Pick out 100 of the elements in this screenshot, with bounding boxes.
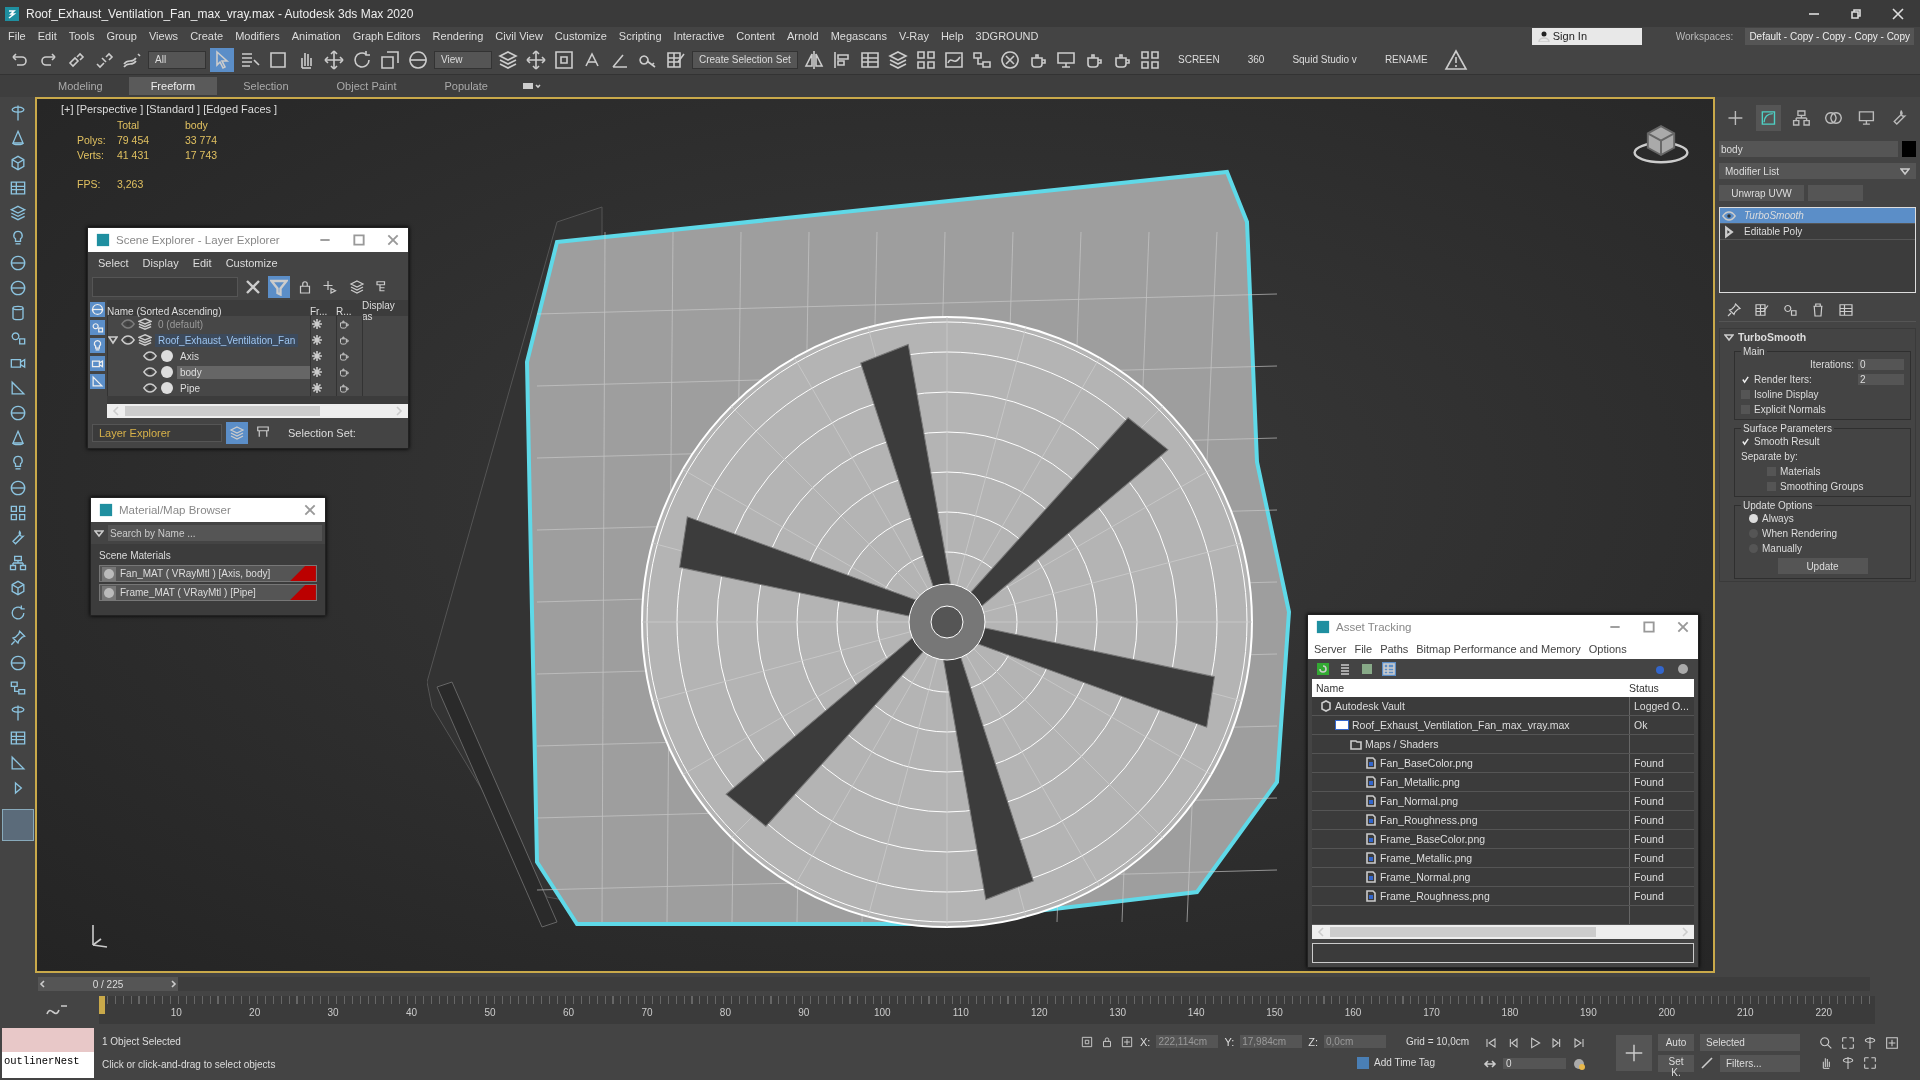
restore-icon[interactable] (1850, 7, 1862, 20)
search-field[interactable] (92, 277, 238, 297)
toolbar-script-button[interactable]: Squid Studio v (1292, 54, 1357, 65)
timeline-track[interactable]: 10 20 30 40 50 60 70 80 90 100 110 120 130 140 150 160 170 180 190 200 210 220 (99, 996, 1875, 1024)
add-time-tag-button[interactable]: Add Time Tag (1350, 1054, 1441, 1071)
menu-item[interactable]: Modifiers (235, 30, 280, 42)
hierarchy-icon[interactable] (7, 553, 28, 573)
asset-name[interactable]: Roof_Exhaust_Ventilation_Fan_max_vray.max (1352, 719, 1570, 731)
menu-item[interactable]: File (1354, 643, 1373, 655)
crosshair-icon[interactable] (1884, 1034, 1900, 1051)
selection-filter-dropdown[interactable]: All (148, 50, 206, 69)
maximize-icon[interactable] (1840, 1034, 1856, 1051)
group-header[interactable]: Scene Materials (99, 548, 317, 563)
table-icon[interactable] (1837, 301, 1855, 319)
ribbon-toggle-icon[interactable] (521, 81, 542, 91)
maxscript-listener[interactable]: outlinerNest (2, 1027, 94, 1078)
checkbox[interactable] (1741, 375, 1750, 384)
asset-name[interactable]: Frame_Roughness.png (1380, 890, 1490, 902)
menu-item[interactable]: Megascans (830, 30, 887, 42)
helper-icon[interactable] (90, 374, 105, 389)
material-item[interactable]: Frame_MAT ( VRayMtl ) [Pipe] (99, 584, 317, 601)
workspace-dropdown[interactable]: Default - Copy - Copy - Copy - Copy (1745, 27, 1914, 45)
teapot-icon[interactable] (337, 381, 351, 395)
maximize-icon[interactable] (1642, 620, 1656, 634)
asset-name[interactable]: Autodesk Vault (1335, 700, 1405, 712)
selection-set-dropdown[interactable]: Create Selection Set (692, 50, 798, 69)
pin-icon[interactable] (1725, 301, 1743, 319)
menu-item[interactable]: Content (736, 30, 775, 42)
teapot-icon[interactable] (337, 365, 351, 379)
set-key-plus-button[interactable] (1616, 1034, 1652, 1071)
expand-triangle-icon[interactable] (1722, 224, 1736, 239)
scrollbar-thumb[interactable] (1330, 927, 1596, 937)
eye-icon[interactable] (143, 381, 157, 395)
menu-item[interactable]: Customize (554, 30, 607, 42)
menu-item[interactable]: Tools (68, 30, 95, 42)
update-button[interactable]: Update (1777, 558, 1868, 574)
auto-key-button[interactable]: Auto (1658, 1033, 1694, 1051)
move-icon[interactable] (524, 47, 548, 72)
eye-icon[interactable] (1722, 208, 1736, 223)
menu-item[interactable]: Group (106, 30, 137, 42)
menu-item[interactable]: File (8, 30, 26, 42)
maximize-icon[interactable] (1862, 1054, 1878, 1071)
ribbon-tab[interactable]: Object Paint (314, 77, 419, 95)
lock-icon[interactable] (1100, 1034, 1114, 1049)
object-name-field[interactable]: body (1719, 141, 1898, 157)
expand-triangle-icon[interactable] (108, 335, 118, 345)
column-header[interactable]: Name (Sorted Ascending) (107, 305, 310, 317)
ribbon-tab[interactable]: Freeform (128, 77, 218, 95)
menu-item[interactable]: Interactive (673, 30, 725, 42)
zoom-icon[interactable] (1818, 1034, 1834, 1051)
tree-item[interactable]: Axis (177, 349, 202, 363)
list-icon[interactable] (1338, 662, 1352, 676)
asset-name[interactable]: Fan_Normal.png (1380, 795, 1459, 807)
column-header[interactable]: Fr... (310, 305, 336, 317)
spinner-field[interactable]: 0 (1858, 359, 1904, 370)
column-header[interactable]: Name (1316, 682, 1629, 694)
menu-item[interactable]: Arnold (786, 30, 819, 42)
modifier-button[interactable]: Unwrap UVW (1719, 185, 1804, 201)
freeze-snowflake-icon[interactable] (311, 366, 323, 378)
menu-item[interactable]: Display (142, 257, 179, 269)
ribbon-tab[interactable]: Selection (221, 77, 311, 95)
asset-name[interactable]: Fan_Roughness.png (1380, 814, 1478, 826)
column-header[interactable]: Status (1629, 682, 1694, 694)
thumbnail-icon[interactable] (1360, 662, 1374, 676)
explorer-mode-dropdown[interactable]: Layer Explorer (92, 424, 222, 442)
filters-button[interactable]: Filters... (1720, 1054, 1800, 1072)
menu-item[interactable]: Graph Editors (352, 30, 421, 42)
frame-spinner[interactable]: 0 (1503, 1058, 1566, 1069)
asset-name[interactable]: Fan_BaseColor.png (1380, 757, 1473, 769)
menu-item[interactable]: Civil View (495, 30, 543, 42)
asset-name[interactable]: Frame_BaseColor.png (1380, 833, 1486, 845)
freeze-snowflake-icon[interactable] (311, 318, 323, 330)
refresh-icon[interactable] (1316, 662, 1330, 676)
toolbar-script-button[interactable]: 360 (1247, 54, 1265, 65)
camera-icon[interactable] (90, 356, 105, 371)
tree-item[interactable]: Pipe (177, 381, 203, 395)
asset-name[interactable]: Frame_Metallic.png (1380, 852, 1473, 864)
rollout-title[interactable]: TurboSmooth (1738, 331, 1807, 343)
column-header[interactable]: R... (336, 305, 362, 317)
menu-item[interactable]: Options (1588, 643, 1627, 655)
tree-item[interactable]: body (177, 365, 310, 379)
material-item[interactable]: Fan_MAT ( VRayMtl ) [Axis, body] (99, 565, 317, 582)
asset-name[interactable]: Fan_Metallic.png (1380, 776, 1460, 788)
stack-item[interactable]: Editable Poly (1720, 224, 1915, 240)
menu-item[interactable]: Server (1314, 643, 1347, 655)
toolbar-script-button[interactable]: SCREEN (1178, 54, 1220, 65)
scrollbar-thumb[interactable] (125, 406, 320, 416)
menu-item[interactable]: Help (940, 30, 964, 42)
configure-icon[interactable] (1753, 301, 1771, 319)
collapse-triangle-icon[interactable] (1724, 332, 1734, 342)
menu-item[interactable]: Paths (1380, 643, 1409, 655)
warning-icon[interactable] (1443, 47, 1468, 72)
freeze-snowflake-icon[interactable] (311, 350, 323, 362)
menu-item[interactable]: Bitmap Performance and Memory (1416, 643, 1581, 655)
eye-icon[interactable] (143, 349, 157, 363)
menu-item[interactable]: Scripting (618, 30, 662, 42)
sphere-icon[interactable] (90, 302, 105, 317)
tree-item[interactable]: Roof_Exhaust_Ventilation_Fan (155, 333, 299, 347)
asset-name[interactable]: Maps / Shaders (1365, 738, 1439, 750)
menu-item[interactable]: Select (98, 257, 129, 269)
